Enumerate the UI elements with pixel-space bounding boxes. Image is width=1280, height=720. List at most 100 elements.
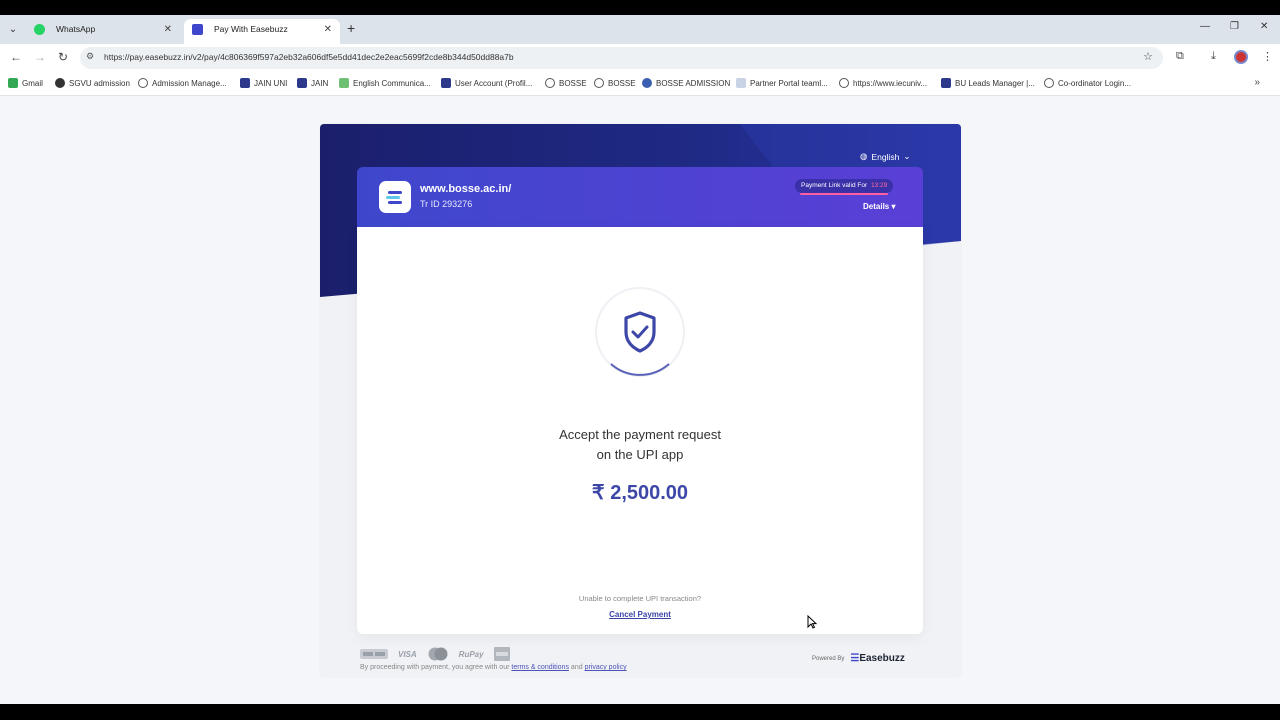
page-body: ◍ English ⌄ www.bosse.ac.in/ Tr ID 29327… xyxy=(0,96,1280,704)
globe-icon xyxy=(545,78,555,88)
transaction-id: Tr ID 293276 xyxy=(420,199,473,209)
browser-toolbar: ← → ↻ ⚙ https://pay.easebuzz.in/v2/pay/4… xyxy=(0,44,1280,72)
bookmark-label: English Communica... xyxy=(353,78,431,88)
merchant-logo xyxy=(379,181,411,213)
gmail-icon xyxy=(8,78,18,88)
rupay-logo: RuPay xyxy=(458,649,484,659)
powered-by-label: Powered By xyxy=(812,655,845,662)
details-toggle[interactable]: Details ▾ xyxy=(863,202,895,211)
terms-link[interactable]: terms & conditions xyxy=(511,664,569,671)
payment-status-panel: Accept the payment request on the UPI ap… xyxy=(357,227,923,634)
unable-text: Unable to complete UPI transaction? xyxy=(578,594,702,603)
chevron-down-icon: ⌄ xyxy=(903,151,911,161)
close-tab-icon[interactable]: ✕ xyxy=(324,19,332,40)
bookmark-label: BU Leads Manager |... xyxy=(955,78,1035,88)
instruction-text: Accept the payment request on the UPI ap… xyxy=(357,425,923,465)
bookmark-label: JAIN UNI xyxy=(254,78,288,88)
bookmark-item[interactable]: Admission Manage... xyxy=(138,78,227,88)
easebuzz-logo-icon xyxy=(386,191,402,204)
bookmark-label: Partner Portal teaml... xyxy=(750,78,828,88)
bookmark-item[interactable]: Gmail xyxy=(8,78,43,88)
screen-border xyxy=(0,704,1280,720)
bookmark-item[interactable]: BOSSE ADMISSION xyxy=(642,78,730,88)
site-info-icon[interactable]: ⚙ xyxy=(86,51,94,62)
mouse-cursor-icon xyxy=(807,615,817,629)
bookmark-item[interactable]: Partner Portal teaml... xyxy=(736,78,828,88)
bookmark-item[interactable]: JAIN xyxy=(297,78,328,88)
bookmark-label: Co-ordinator Login... xyxy=(1058,78,1131,88)
minimize-button[interactable]: — xyxy=(1200,21,1210,32)
tab-whatsapp[interactable]: WhatsApp ✕ xyxy=(26,19,180,44)
amex-icon xyxy=(493,647,510,661)
bookmark-label: SGVU admission xyxy=(69,78,130,88)
reload-button[interactable]: ↻ xyxy=(58,50,68,64)
bookmark-item[interactable]: JAIN UNI xyxy=(240,78,287,88)
bookmark-item[interactable]: User Account (Profil... xyxy=(441,78,532,88)
bookmark-item[interactable]: BU Leads Manager |... xyxy=(941,78,1035,88)
bookmark-star-icon[interactable]: ☆ xyxy=(1143,50,1153,63)
profile-avatar[interactable] xyxy=(1234,50,1248,64)
terms-text: By proceeding with payment, you agree wi… xyxy=(360,664,627,671)
payment-timer: Payment Link valid For 13:29 xyxy=(795,179,894,193)
bookmark-item[interactable]: Co-ordinator Login... xyxy=(1044,78,1131,88)
globe-icon xyxy=(138,78,148,88)
easebuzz-favicon-icon xyxy=(192,24,203,35)
new-tab-button[interactable]: + xyxy=(347,20,355,36)
globe-icon xyxy=(1044,78,1054,88)
menu-kebab-icon[interactable]: ⋮ xyxy=(1262,50,1273,63)
bookmark-label: JAIN xyxy=(311,78,329,88)
jain-logo-icon xyxy=(297,78,307,88)
easebuzz-brand: ☰Easebuzz xyxy=(850,653,905,664)
whatsapp-icon xyxy=(34,24,45,35)
instruction-line-2: on the UPI app xyxy=(596,447,684,462)
powered-by: Powered By ☰Easebuzz xyxy=(812,653,905,664)
pci-dss-icon xyxy=(360,649,388,659)
timer-value: 13:29 xyxy=(870,182,888,189)
mastercard-icon xyxy=(428,647,448,661)
forward-button[interactable]: → xyxy=(34,50,46,64)
bookmark-label: User Account (Profil... xyxy=(455,78,533,88)
bookmark-item[interactable]: SGVU admission xyxy=(55,78,130,88)
bookmark-item[interactable]: BOSSE xyxy=(594,78,636,88)
bookmark-label: BOSSE xyxy=(559,78,587,88)
download-icon[interactable]: ⤓ xyxy=(1211,50,1216,63)
tab-search-icon[interactable]: ⌄ xyxy=(4,21,22,39)
bookmark-label: BOSSE xyxy=(608,78,636,88)
tab-title: Pay With Easebuzz xyxy=(214,24,288,34)
caret-down-icon: ▾ xyxy=(891,202,896,211)
language-label: English xyxy=(871,151,900,162)
bookmark-label: Admission Manage... xyxy=(152,78,227,88)
tab-title: WhatsApp xyxy=(56,24,96,34)
privacy-link[interactable]: privacy policy xyxy=(585,664,627,671)
bookmark-label: BOSSE ADMISSION xyxy=(656,78,731,88)
page-icon xyxy=(339,78,349,88)
globe-icon xyxy=(594,78,604,88)
timer-label: Payment Link valid For xyxy=(801,182,868,189)
address-bar[interactable]: ⚙ https://pay.easebuzz.in/v2/pay/4c80636… xyxy=(80,47,1163,69)
page-icon xyxy=(736,78,746,88)
extensions-icon[interactable]: ⧉ xyxy=(1176,50,1184,63)
jain-logo-icon xyxy=(240,78,250,88)
back-button[interactable]: ← xyxy=(10,50,22,64)
merchant-header: www.bosse.ac.in/ Tr ID 293276 Payment Li… xyxy=(357,167,923,227)
close-window-button[interactable]: ✕ xyxy=(1260,21,1268,32)
cancel-payment-link[interactable]: Cancel Payment xyxy=(357,610,923,619)
bookmark-item[interactable]: https://www.iecuniv... xyxy=(839,78,927,88)
more-bookmarks-icon[interactable]: » xyxy=(1254,77,1260,88)
tab-easebuzz[interactable]: Pay With Easebuzz ✕ xyxy=(184,19,340,44)
bookmark-item[interactable]: BOSSE xyxy=(545,78,587,88)
shield-check-icon xyxy=(594,286,686,378)
bosse-logo-icon xyxy=(642,78,652,88)
brand-label: Easebuzz xyxy=(859,653,905,664)
easebuzz-mark-icon: ☰ xyxy=(850,653,860,664)
terms-and: and xyxy=(570,664,583,671)
close-tab-icon[interactable]: ✕ xyxy=(164,19,172,40)
globe-icon xyxy=(839,78,849,88)
terms-prefix: By proceeding with payment, you agree wi… xyxy=(360,664,510,671)
globe-icon xyxy=(55,78,65,88)
url-text: https://pay.easebuzz.in/v2/pay/4c806369f… xyxy=(104,52,514,62)
bookmark-item[interactable]: English Communica... xyxy=(339,78,431,88)
language-selector[interactable]: ◍ English ⌄ xyxy=(860,151,910,162)
browser-window: ⌄ WhatsApp ✕ Pay With Easebuzz ✕ + — ❐ ✕… xyxy=(0,15,1280,704)
restore-button[interactable]: ❐ xyxy=(1230,21,1239,32)
